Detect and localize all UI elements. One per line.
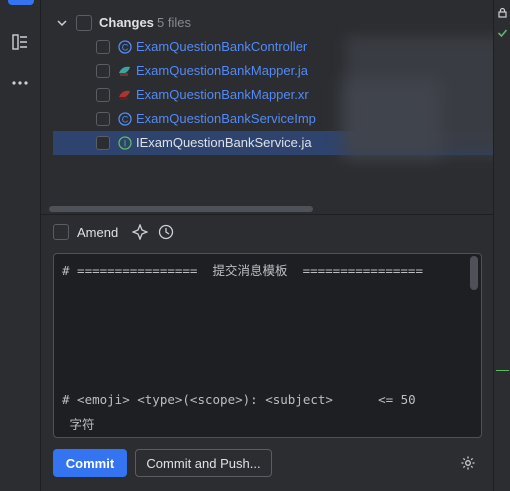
java-class-icon: C xyxy=(118,112,132,126)
blurred-region xyxy=(341,78,441,158)
left-tool-strip xyxy=(0,0,41,491)
amend-row: Amend xyxy=(41,219,493,245)
file-checkbox[interactable] xyxy=(96,88,110,102)
divider xyxy=(41,214,493,215)
file-name: ExamQuestionBankController xyxy=(136,39,308,54)
java-interface-icon: I xyxy=(118,136,132,150)
more-icon[interactable] xyxy=(9,72,31,94)
amend-label: Amend xyxy=(77,225,119,240)
changes-group-row[interactable]: Changes 5 files xyxy=(41,11,493,35)
file-checkbox[interactable] xyxy=(96,112,110,126)
commit-and-push-button[interactable]: Commit and Push... xyxy=(135,449,272,477)
changes-tree: Changes 5 files C ExamQuestionBankContro… xyxy=(41,0,493,205)
message-line: 字符 xyxy=(62,417,95,432)
horizontal-scrollbar[interactable] xyxy=(49,206,313,212)
file-name: ExamQuestionBankServiceImp xyxy=(136,111,316,126)
lock-icon xyxy=(498,7,507,18)
ai-assistant-icon[interactable] xyxy=(132,224,148,240)
active-tool-indicator[interactable] xyxy=(8,0,34,5)
commit-button[interactable]: Commit xyxy=(53,449,127,477)
status-marker xyxy=(496,370,509,371)
svg-text:I: I xyxy=(124,139,127,149)
changes-count: 5 files xyxy=(157,15,191,30)
mybatis-mapper-icon xyxy=(119,66,130,76)
svg-text:C: C xyxy=(122,115,129,125)
chevron-down-icon[interactable] xyxy=(56,17,68,29)
file-name: ExamQuestionBankMapper.xr xyxy=(136,87,309,102)
file-checkbox[interactable] xyxy=(96,40,110,54)
file-name: IExamQuestionBankService.ja xyxy=(136,135,312,150)
file-checkbox[interactable] xyxy=(96,64,110,78)
right-tool-strip xyxy=(493,0,510,491)
message-line: # ================ 提交消息模板 ==============… xyxy=(62,263,423,278)
message-line: # <emoji> <type>(<scope>): <subject> <= … xyxy=(62,392,416,407)
history-clock-icon[interactable] xyxy=(158,224,174,240)
java-class-icon: C xyxy=(118,40,132,54)
gear-icon[interactable] xyxy=(460,455,476,471)
amend-checkbox[interactable] xyxy=(53,224,69,240)
commit-panel: Changes 5 files C ExamQuestionBankContro… xyxy=(41,0,493,491)
file-name: ExamQuestionBankMapper.ja xyxy=(136,63,308,78)
changes-group-checkbox[interactable] xyxy=(76,15,92,31)
vertical-scrollbar[interactable] xyxy=(470,256,478,290)
changes-title: Changes xyxy=(99,15,154,30)
mybatis-xml-icon xyxy=(119,90,130,100)
commit-message-input[interactable]: # ================ 提交消息模板 ==============… xyxy=(53,253,482,438)
file-checkbox[interactable] xyxy=(96,136,110,150)
structure-icon[interactable] xyxy=(9,31,31,53)
svg-text:C: C xyxy=(122,43,129,53)
check-icon xyxy=(497,29,508,38)
